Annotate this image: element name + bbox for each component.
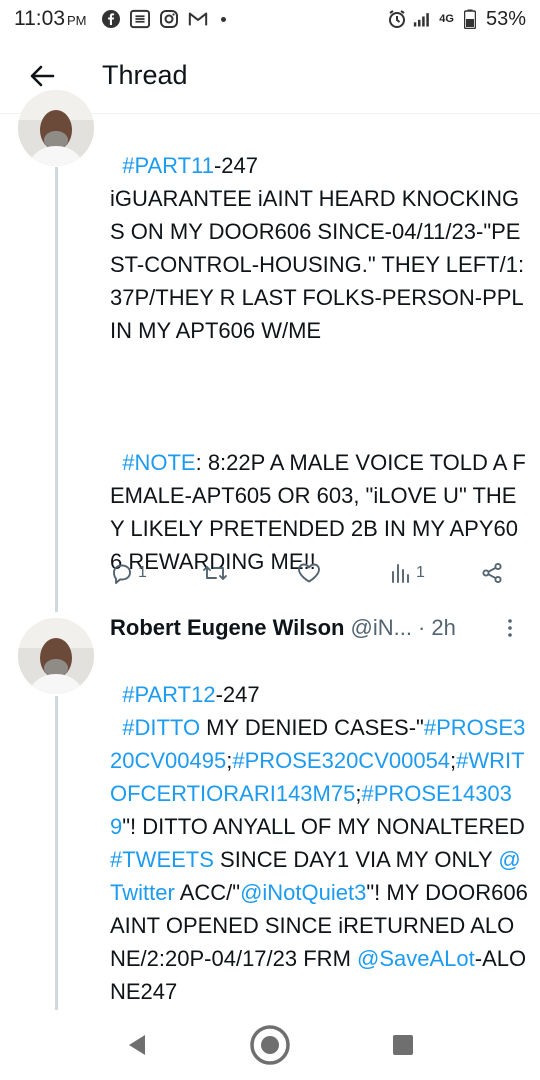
facebook-icon — [101, 9, 121, 29]
nav-recents-button[interactable] — [378, 1020, 428, 1070]
tweet-actions: 1 1 — [110, 558, 510, 588]
tweet-body-paragraph: #DITTO MY DENIED CASES-"#PROSE320CV00495… — [110, 715, 533, 1004]
app-s-icon — [129, 9, 150, 29]
tweet-body-note: #NOTE: 8:22P A MALE VOICE TOLD A FEMALE-… — [110, 450, 526, 574]
avatar[interactable] — [18, 618, 94, 694]
reply-icon — [113, 564, 131, 584]
views-chart-icon — [392, 564, 409, 583]
nav-back-button[interactable] — [112, 1020, 162, 1070]
instagram-icon — [159, 9, 179, 29]
more-notifications-dot-icon — [220, 16, 226, 22]
more-options-button[interactable] — [500, 616, 520, 640]
reply-count: 1 — [138, 564, 147, 581]
notification-icons — [101, 9, 226, 29]
hashtag-link[interactable]: #PART11 — [122, 153, 214, 178]
arrow-left-icon — [30, 65, 55, 86]
retweet-button[interactable] — [202, 561, 228, 585]
hashtag-link[interactable]: #TWEETS — [110, 847, 214, 872]
author-name[interactable]: Robert Eugene Wilson — [110, 615, 344, 641]
heart-icon — [298, 563, 320, 583]
tweet-body-paragraph: iGUARANTEE iAINT HEARD KNOCKINGS ON MY D… — [110, 186, 529, 343]
mention-link[interactable]: @iNotQuiet3 — [240, 880, 366, 905]
profile-photo-icon — [18, 618, 94, 694]
nav-home-button[interactable] — [245, 1020, 295, 1070]
author-handle[interactable]: @iN... — [350, 615, 411, 641]
hashtag-link[interactable]: #NOTE — [122, 450, 195, 475]
signal-icon — [413, 9, 433, 29]
reply-button[interactable]: 1 — [110, 561, 147, 585]
tweet-header: Robert Eugene Wilson @iN... · 2h — [110, 612, 520, 644]
alarm-icon — [387, 9, 407, 29]
view-count: 1 — [416, 564, 425, 581]
avatar[interactable] — [18, 90, 94, 166]
thread-connector-line — [55, 696, 58, 1010]
like-button[interactable] — [296, 561, 322, 585]
hashtag-link[interactable]: #PROSE320CV00054 — [232, 748, 450, 773]
network-type-label: 4G — [439, 12, 454, 25]
tweet-body: #PART11-247 — [122, 153, 258, 178]
system-icons: 4G 53% — [387, 8, 526, 31]
battery-percent: 53% — [485, 7, 526, 30]
battery-icon — [460, 9, 480, 29]
more-vertical-icon — [508, 619, 512, 637]
views-button[interactable]: 1 — [388, 561, 425, 585]
mention-link[interactable]: @SaveALot — [357, 946, 475, 971]
profile-photo-icon — [18, 90, 94, 166]
square-recents-icon — [393, 1035, 414, 1055]
share-icon — [482, 562, 502, 584]
tweet-time: · 2h — [417, 615, 456, 640]
circle-home-icon — [250, 1025, 290, 1065]
share-button[interactable] — [480, 561, 504, 585]
triangle-back-icon — [128, 1035, 145, 1055]
hashtag-link[interactable]: #DITTO — [122, 715, 200, 740]
page-title: Thread — [102, 60, 188, 90]
retweet-icon — [203, 566, 227, 580]
gmail-icon — [188, 9, 208, 29]
status-time: 11:03 PM — [14, 7, 87, 30]
system-navigation-bar — [0, 1010, 540, 1080]
thread-connector-line — [55, 167, 58, 612]
status-bar: 11:03 PM 4G 53% — [0, 0, 540, 38]
